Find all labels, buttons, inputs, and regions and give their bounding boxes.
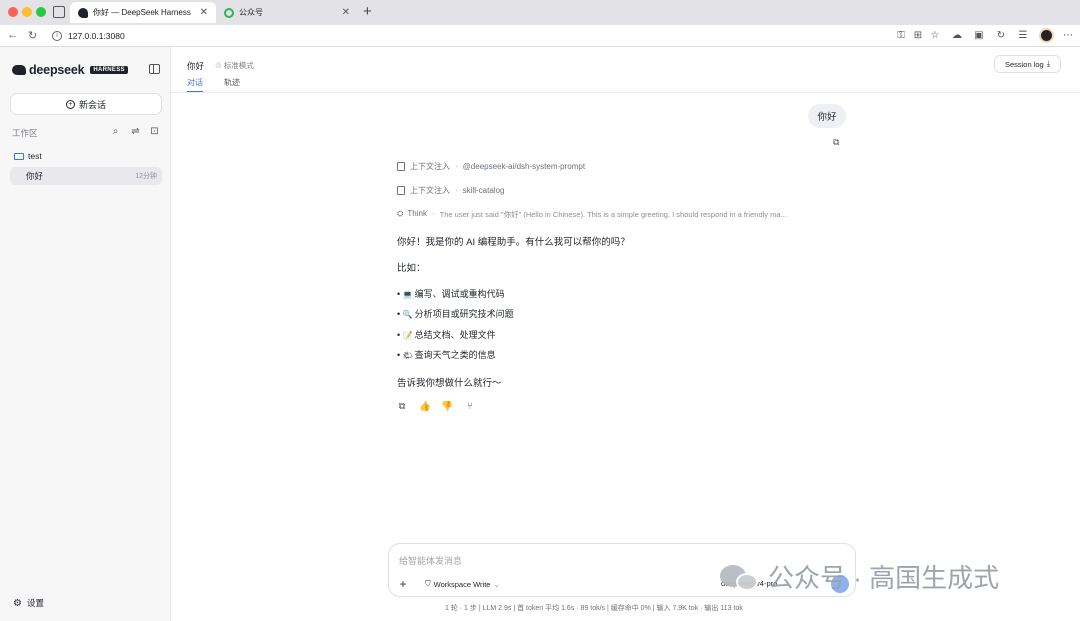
- close-window-button[interactable]: [8, 7, 18, 17]
- tab-trace[interactable]: 轨迹: [224, 77, 240, 88]
- thumbs-down-icon[interactable]: 👎: [441, 401, 453, 412]
- list-item: • 📝 总结文档、处理文件: [397, 330, 496, 340]
- session-item[interactable]: 你好 12分钟: [10, 167, 162, 185]
- brand-logo: deepseek HARNESS: [12, 63, 128, 77]
- recycle-favicon-icon: [224, 7, 234, 18]
- magnifier-icon: 🔍: [402, 310, 413, 319]
- minimize-window-button[interactable]: [22, 7, 32, 17]
- memo-icon: 📝: [402, 331, 413, 340]
- url-field[interactable]: i 127.0.0.1:3080: [46, 27, 946, 45]
- browser-tab-inactive[interactable]: 公众号 ✕: [216, 2, 358, 23]
- answer-lead: 比如：: [397, 263, 426, 274]
- permission-mode-selector[interactable]: ⛉ Workspace Write ⌄: [425, 579, 500, 589]
- extension-icon[interactable]: ▣: [973, 30, 985, 42]
- brand-badge: HARNESS: [90, 66, 128, 74]
- app: deepseek HARNESS + 新会话 工作区 ⌕ ⇌ ⊡ test 你好…: [0, 47, 1080, 621]
- url-text: 127.0.0.1:3080: [68, 31, 125, 41]
- add-attachment-button[interactable]: +: [395, 576, 411, 592]
- context-injection-row[interactable]: 上下文注入 · skill-catalog: [397, 185, 504, 196]
- list-item: • 💻 编写、调试或重构代码: [397, 289, 505, 299]
- copy-icon[interactable]: ⧉: [833, 137, 839, 148]
- new-tab-icon[interactable]: +: [363, 3, 372, 20]
- whale-logo-icon: [12, 65, 26, 75]
- favorites-icon[interactable]: ☰: [1017, 30, 1029, 42]
- wechat-logo-icon: [720, 561, 760, 593]
- browser-tab-bar: 你好 — DeepSeek Harness ✕ 公众号 ✕ +: [0, 0, 1080, 25]
- copy-icon[interactable]: ⧉: [396, 401, 408, 412]
- document-icon: [397, 162, 405, 171]
- close-tab-icon[interactable]: ✕: [200, 7, 208, 18]
- back-icon[interactable]: ←: [7, 29, 18, 41]
- branch-icon[interactable]: ⑂: [464, 401, 476, 412]
- info-icon[interactable]: i: [52, 31, 62, 41]
- key-icon[interactable]: ⚿: [895, 30, 907, 42]
- workspace-folder[interactable]: test: [14, 151, 42, 161]
- thumbs-up-icon[interactable]: 👍: [419, 401, 431, 412]
- tab-title: 公众号: [239, 8, 263, 17]
- folder-name: test: [28, 151, 42, 161]
- folder-icon: [14, 152, 24, 160]
- list-item: • 🔍 分析项目或研究技术问题: [397, 309, 514, 319]
- address-bar: ← ↻ i 127.0.0.1:3080 ⚿ ⊞ ☆ ☁ ▣ ↻ ☰ ⋯: [0, 25, 1080, 47]
- weather-icon: 🌤: [402, 351, 413, 360]
- profile-avatar[interactable]: [1039, 28, 1054, 43]
- user-message-bubble: 你好: [808, 104, 846, 128]
- workspace-label: 工作区: [12, 128, 38, 138]
- translate-icon[interactable]: ⊞: [912, 30, 924, 42]
- plus-circle-icon: +: [65, 99, 75, 109]
- chat-header: 你好 ♲ 标准模式 对话 轨迹 Session log ⤓: [171, 47, 1080, 93]
- think-row[interactable]: ⛭ Think · The user just said "你好" (Hello…: [397, 209, 847, 220]
- search-icon[interactable]: ⌕: [110, 126, 121, 137]
- chevron-down-icon: ⌄: [493, 579, 500, 589]
- filter-icon[interactable]: ⇌: [130, 126, 141, 137]
- shield-icon: ⛉: [425, 579, 431, 588]
- gear-icon: ⚙: [13, 597, 22, 609]
- close-tab-icon[interactable]: ✕: [342, 7, 350, 18]
- status-bar: 1 轮 · 1 步 | LLM 2.9s | 首 token 平均 1.6s ·…: [445, 605, 743, 612]
- sidebar-toggle-icon[interactable]: [149, 64, 160, 74]
- session-time: 12分钟: [135, 173, 157, 180]
- message-input[interactable]: 给智能体发消息: [399, 554, 462, 567]
- brand-name: deepseek: [29, 63, 85, 77]
- context-injection-row[interactable]: 上下文注入 · @deepseek-ai/dsh-system-prompt: [397, 161, 585, 172]
- settings-button[interactable]: ⚙ 设置: [13, 597, 44, 609]
- answer-outro: 告诉我你想做什么就行～: [397, 378, 502, 389]
- watermark: 公众号 · 高国生成式: [720, 558, 999, 595]
- brain-icon: ⛭: [397, 209, 404, 218]
- main-panel: 你好 ♲ 标准模式 对话 轨迹 Session log ⤓ 你好 ⧉ 上下文注入…: [171, 47, 1080, 621]
- tab-title: 你好 — DeepSeek Harness: [93, 8, 191, 17]
- tab-actions-icon[interactable]: [53, 6, 65, 18]
- new-chat-label: 新会话: [78, 99, 106, 110]
- page-title: 你好: [187, 61, 205, 71]
- deepseek-favicon-icon: [78, 7, 88, 18]
- recycle-icon: ♲: [215, 61, 224, 70]
- more-icon[interactable]: ⋯: [1062, 30, 1074, 42]
- cloud-icon[interactable]: ☁: [951, 30, 963, 42]
- star-icon[interactable]: ☆: [929, 30, 941, 42]
- reload-icon[interactable]: ↻: [28, 29, 37, 42]
- mode-indicator: ♲ 标准模式: [215, 61, 254, 70]
- laptop-icon: 💻: [402, 290, 413, 299]
- tab-chat[interactable]: 对话: [187, 77, 203, 92]
- settings-label: 设置: [26, 598, 44, 608]
- session-title: 你好: [26, 171, 44, 181]
- answer-intro: 你好！我是你的 AI 编程助手。有什么我可以帮你的吗？: [397, 237, 630, 248]
- download-icon: ⤓: [1046, 59, 1051, 68]
- sidebar: deepseek HARNESS + 新会话 工作区 ⌕ ⇌ ⊡ test 你好…: [0, 47, 171, 621]
- session-log-button[interactable]: Session log ⤓: [994, 55, 1061, 73]
- list-item: • 🌤 查询天气之类的信息: [397, 350, 496, 360]
- new-chat-button[interactable]: + 新会话: [10, 93, 162, 115]
- maximize-window-button[interactable]: [36, 7, 46, 17]
- browser-tab-active[interactable]: 你好 — DeepSeek Harness ✕: [70, 2, 216, 23]
- refresh-extension-icon[interactable]: ↻: [995, 30, 1007, 42]
- new-folder-icon[interactable]: ⊡: [149, 126, 160, 137]
- document-icon: [397, 186, 405, 195]
